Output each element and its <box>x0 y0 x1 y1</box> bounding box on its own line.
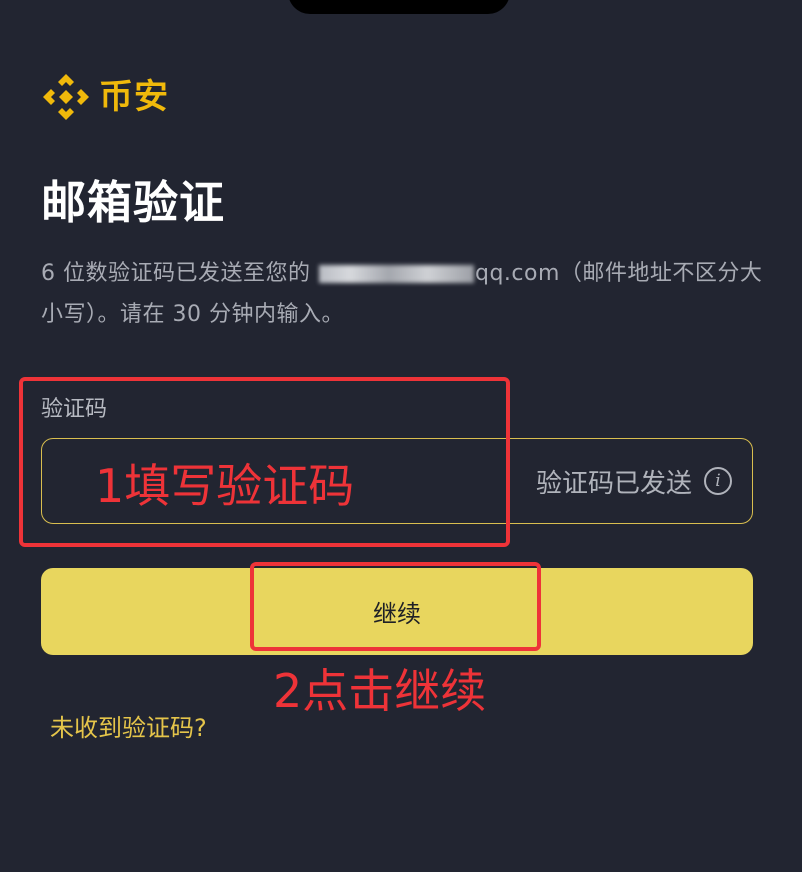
brand-logo: 币安 <box>41 73 169 121</box>
masked-email <box>319 265 474 283</box>
phone-notch <box>288 0 510 14</box>
description-prefix: 6 位数验证码已发送至您的 <box>41 261 311 286</box>
page-title: 邮箱验证 <box>41 176 226 229</box>
annotation-box-continue <box>250 562 541 651</box>
binance-diamond-icon <box>43 74 89 120</box>
resend-code-link[interactable]: 未收到验证码? <box>50 710 207 746</box>
code-sent-status: 验证码已发送 i <box>536 439 732 523</box>
brand-name: 币安 <box>99 77 169 117</box>
code-sent-text: 验证码已发送 <box>535 468 692 499</box>
annotation-step2-text: 2点击继续 <box>273 664 487 718</box>
verification-description: 6 位数验证码已发送至您的 qq.com（邮件地址不区分大小写）。请在 30 分… <box>41 253 771 335</box>
annotation-step1-text: 1填写验证码 <box>95 459 355 513</box>
email-suffix: qq.com <box>475 261 560 286</box>
info-circle-icon[interactable]: i <box>704 467 732 495</box>
